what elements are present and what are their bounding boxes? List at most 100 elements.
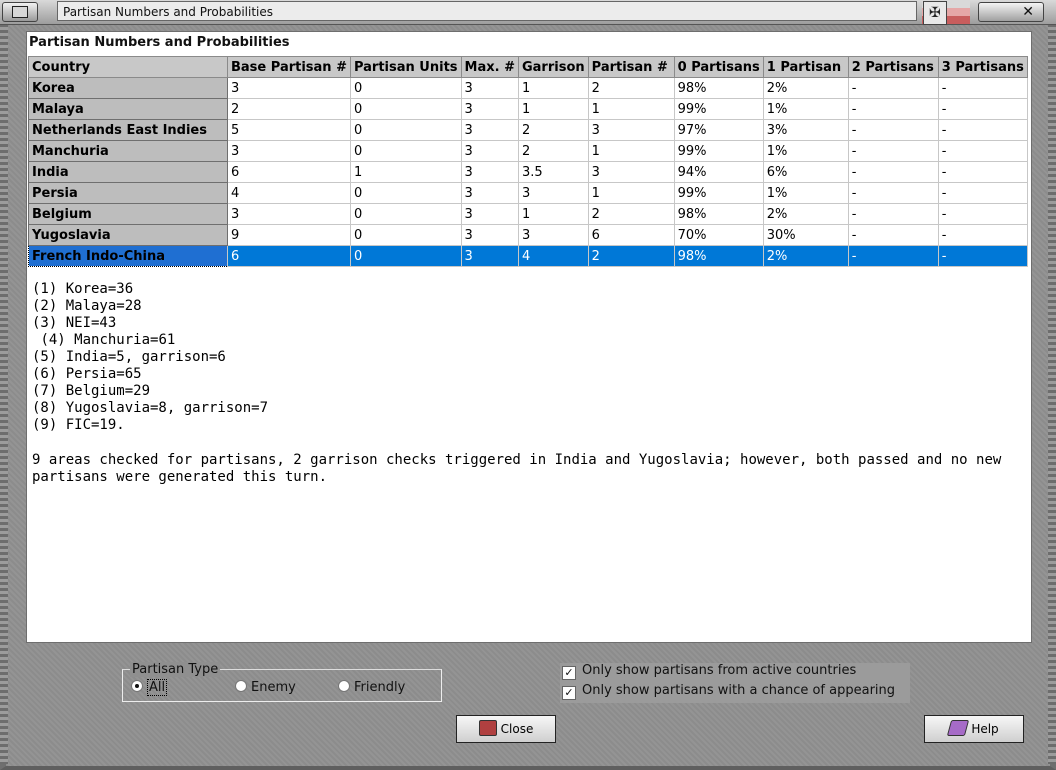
close-button-label: Close xyxy=(500,722,534,736)
table-cell: - xyxy=(847,77,939,99)
column-header-8[interactable]: 2 Partisans xyxy=(847,56,939,78)
table-cell: 2 xyxy=(587,245,675,267)
table-cell: 94% xyxy=(673,161,764,183)
table-cell: - xyxy=(937,98,1028,120)
left-border xyxy=(0,24,8,764)
table-cell: 3.5 xyxy=(517,161,589,183)
country-cell: India xyxy=(28,161,228,183)
only-chance-checkbox[interactable]: ✓ Only show partisans with a chance of ap… xyxy=(560,683,910,703)
country-cell: Persia xyxy=(28,182,228,204)
table-cell: 1 xyxy=(517,203,589,225)
summary-text: 9 areas checked for partisans, 2 garriso… xyxy=(32,452,1002,485)
table-row[interactable]: Yugoslavia 9 0 3 3 6 70% 30% - - xyxy=(28,224,1028,246)
table-cell: 5 xyxy=(227,119,351,141)
table-cell: 0 xyxy=(349,203,462,225)
close-icon: ✕ xyxy=(1022,4,1034,20)
table-cell: 99% xyxy=(673,98,764,120)
table-cell: - xyxy=(847,182,939,204)
column-header-9[interactable]: 3 Partisans xyxy=(937,56,1028,78)
table-cell: 6 xyxy=(227,161,351,183)
table-cell: - xyxy=(847,245,939,267)
book-icon xyxy=(947,720,970,736)
table-cell: 1 xyxy=(349,161,462,183)
table-cell: - xyxy=(847,224,939,246)
partisan-type-label: Partisan Type xyxy=(130,662,221,677)
table-row[interactable]: Netherlands East Indies 5 0 3 2 3 97% 3% - - xyxy=(28,119,1028,141)
close-button[interactable]: Close xyxy=(456,715,556,743)
radio-friendly-label: Friendly xyxy=(354,680,406,695)
table-cell: 2 xyxy=(517,140,589,162)
table-cell: 3 xyxy=(460,161,519,183)
partisan-table: Country Base Partisan # Partisan Units Max.… xyxy=(28,56,1028,267)
table-row[interactable]: Malaya 2 0 3 1 1 99% 1% - - xyxy=(28,98,1028,120)
main-panel: Partisan Numbers and Probabilities Count… xyxy=(26,31,1032,643)
table-cell: 3 xyxy=(227,140,351,162)
table-cell: 98% xyxy=(673,77,764,99)
table-cell: 98% xyxy=(673,245,764,267)
help-button-label: Help xyxy=(971,722,999,736)
table-cell: 3 xyxy=(460,77,519,99)
window-menu-button[interactable] xyxy=(2,2,38,22)
country-cell: Netherlands East Indies xyxy=(28,119,228,141)
table-cell: 3 xyxy=(587,161,675,183)
table-row[interactable]: Korea 3 0 3 1 2 98% 2% - - xyxy=(28,77,1028,99)
radio-all[interactable]: All xyxy=(131,679,168,698)
flag-icon: ✠ xyxy=(922,0,970,25)
table-cell: 3 xyxy=(460,119,519,141)
column-header-5[interactable]: Partisan # xyxy=(587,56,675,78)
table-cell: 98% xyxy=(673,203,764,225)
radio-enemy[interactable]: Enemy xyxy=(235,680,296,698)
table-cell: - xyxy=(847,98,939,120)
table-row[interactable]: Belgium 3 0 3 1 2 98% 2% - - xyxy=(28,203,1028,225)
table-cell: 3 xyxy=(517,182,589,204)
table-cell: 3 xyxy=(460,224,519,246)
table-cell: 3 xyxy=(460,245,519,267)
window-icon xyxy=(12,6,28,18)
table-row[interactable]: India 6 1 3 3.5 3 94% 6% - - xyxy=(28,161,1028,183)
column-header-1[interactable]: Base Partisan # xyxy=(227,56,351,78)
table-row[interactable]: French Indo-China 6 0 3 4 2 98% 2% - - xyxy=(28,245,1028,267)
table-cell: 3 xyxy=(460,203,519,225)
table-cell: 99% xyxy=(673,140,764,162)
radio-icon xyxy=(338,680,350,692)
table-row[interactable]: Manchuria 3 0 3 2 1 99% 1% - - xyxy=(28,140,1028,162)
column-header-3[interactable]: Max. # xyxy=(460,56,519,78)
country-cell: Korea xyxy=(28,77,228,99)
radio-friendly[interactable]: Friendly xyxy=(338,680,405,698)
title-bar: Partisan Numbers and Probabilities ✠ ✕ xyxy=(0,0,1056,25)
table-cell: - xyxy=(847,203,939,225)
close-window-button[interactable]: ✕ xyxy=(978,2,1044,22)
table-cell: 0 xyxy=(349,119,462,141)
table-cell: 9 xyxy=(227,224,351,246)
checkbox-checked-icon: ✓ xyxy=(562,686,576,700)
table-cell: 1 xyxy=(587,140,675,162)
table-cell: 0 xyxy=(349,98,462,120)
only-chance-label: Only show partisans with a chance of app… xyxy=(582,683,896,698)
table-cell: 1% xyxy=(762,98,849,120)
table-cell: 6% xyxy=(762,161,849,183)
column-header-6[interactable]: 0 Partisans xyxy=(673,56,764,78)
partisan-roll-notes: (1) Korea=36 (2) Malaya=28 (3) NEI=43 (4… xyxy=(32,281,269,433)
country-cell: Yugoslavia xyxy=(28,224,228,246)
only-active-checkbox[interactable]: ✓ Only show partisans from active countri… xyxy=(560,663,910,683)
table-cell: 3% xyxy=(762,119,849,141)
radio-icon xyxy=(235,680,247,692)
column-header-4[interactable]: Garrison xyxy=(517,56,589,78)
table-cell: 1% xyxy=(762,140,849,162)
column-header-0[interactable]: Country xyxy=(28,56,228,78)
column-header-2[interactable]: Partisan Units xyxy=(349,56,462,78)
table-cell: 3 xyxy=(517,224,589,246)
table-cell: 0 xyxy=(349,224,462,246)
table-cell: 2% xyxy=(762,203,849,225)
table-cell: 4 xyxy=(227,182,351,204)
table-cell: 4 xyxy=(517,245,589,267)
country-cell: French Indo-China xyxy=(28,245,228,267)
table-cell: 6 xyxy=(587,224,675,246)
close-door-icon xyxy=(478,720,497,736)
window-title: Partisan Numbers and Probabilities xyxy=(57,1,917,21)
column-header-7[interactable]: 1 Partisan xyxy=(762,56,849,78)
table-header-row: Country Base Partisan # Partisan Units Max.… xyxy=(28,56,1028,78)
help-button[interactable]: Help xyxy=(924,715,1024,743)
iron-cross-icon: ✠ xyxy=(923,1,947,25)
table-row[interactable]: Persia 4 0 3 3 1 99% 1% - - xyxy=(28,182,1028,204)
